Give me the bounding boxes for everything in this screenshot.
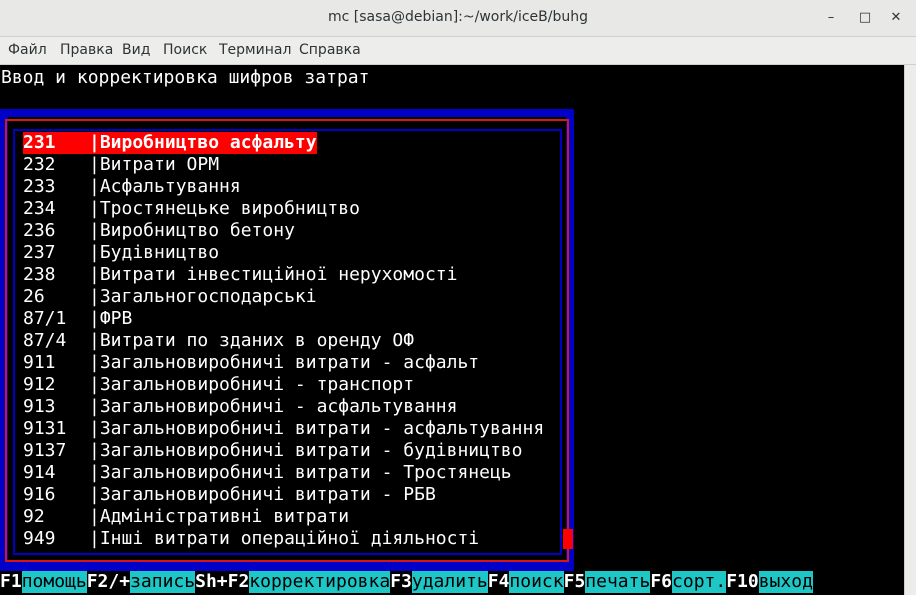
- menu-terminal[interactable]: Терминал: [219, 42, 291, 58]
- fkey-f4[interactable]: F4: [487, 571, 510, 593]
- screen-heading: Ввод и корректировка шифров затрат: [1, 67, 370, 88]
- list-item[interactable]: 87/1 |ФРВ: [23, 308, 132, 330]
- menu-view[interactable]: Вид: [122, 42, 150, 58]
- fkey-shf2[interactable]: Sh+F2: [195, 571, 250, 593]
- fkey-f1-label[interactable]: помощь: [21, 571, 87, 593]
- function-key-bar: F1 помощь F2/+ запись Sh+F2 корректировка F3 уд…: [0, 571, 813, 593]
- fkey-f4-label[interactable]: поиск: [509, 571, 564, 593]
- fkey-f2[interactable]: F2/+: [86, 571, 131, 593]
- list-item[interactable]: 232 |Витрати ОРМ: [23, 154, 219, 176]
- fkey-f3[interactable]: F3: [390, 571, 412, 593]
- fkey-f1[interactable]: F1: [0, 571, 22, 593]
- list-item[interactable]: 236 |Виробництво бетону: [23, 220, 295, 242]
- fkey-f2-label[interactable]: запись: [130, 571, 196, 593]
- list-item[interactable]: 9131 |Загальновиробничі витрати - асфальт…: [23, 418, 544, 440]
- list-item[interactable]: 92 |Адміністративні витрати: [23, 506, 349, 528]
- fkey-f3-label[interactable]: удалить: [411, 571, 488, 593]
- list-item[interactable]: 949 |Інші витрати операційної діяльності: [23, 528, 479, 550]
- close-icon[interactable]: ✕: [886, 8, 906, 28]
- fkey-f10[interactable]: F10: [726, 571, 759, 593]
- list-item[interactable]: 234 |Тростянецьке виробництво: [23, 198, 360, 220]
- list-item[interactable]: 26 |Загальногосподарські: [23, 286, 317, 308]
- list-item[interactable]: 238 |Витрати інвестиційної нерухомості: [23, 264, 457, 286]
- list-item[interactable]: 916 |Загальновиробничі витрати - РБВ: [23, 484, 436, 506]
- maximize-icon[interactable]: □: [855, 8, 875, 28]
- list-item[interactable]: 237 |Будівництво: [23, 242, 219, 264]
- terminal-scrollbar[interactable]: [904, 65, 916, 595]
- fkey-f10-label[interactable]: выход: [758, 571, 813, 593]
- terminal-screen[interactable]: Ввод и корректировка шифров затрат 231 |В…: [0, 65, 904, 595]
- menu-help[interactable]: Справка: [299, 42, 361, 58]
- list-item[interactable]: 913 |Загальновиробничі - асфальтування: [23, 396, 457, 418]
- menu-file[interactable]: Файл: [8, 42, 47, 58]
- list-item[interactable]: 912 |Загальновиробничі - транспорт: [23, 374, 414, 396]
- menu-edit[interactable]: Правка: [60, 42, 113, 58]
- list-item[interactable]: 914 |Загальновиробничі витрати - Тростяне…: [23, 462, 512, 484]
- list-item-selected[interactable]: 231 |Виробництво асфальту: [23, 132, 317, 154]
- fkey-f6-label[interactable]: сорт.: [672, 571, 727, 593]
- menu-bar: Файл Правка Вид Поиск Терминал Справка: [0, 37, 916, 65]
- fkey-shf2-label[interactable]: корректировка: [249, 571, 391, 593]
- list-item[interactable]: 9137 |Загальновиробничі витрати - будівни…: [23, 440, 522, 462]
- fkey-f6[interactable]: F6: [650, 571, 673, 593]
- fkey-f5[interactable]: F5: [563, 571, 586, 593]
- window-titlebar: mc [sasa@debian]:~/work/iceB/buhg – □ ✕: [0, 0, 916, 37]
- list-item[interactable]: 233 |Асфальтування: [23, 176, 241, 198]
- minimize-icon[interactable]: –: [821, 8, 841, 28]
- fkey-f5-label[interactable]: печать: [585, 571, 651, 593]
- list-item[interactable]: 87/4 |Витрати по зданих в оренду ОФ: [23, 330, 414, 352]
- menu-search[interactable]: Поиск: [163, 42, 207, 58]
- list-item[interactable]: 911 |Загальновиробничі витрати - асфальт: [23, 352, 479, 374]
- list-scroll-marker: [563, 529, 573, 549]
- window-title: mc [sasa@debian]:~/work/iceB/buhg: [328, 9, 588, 25]
